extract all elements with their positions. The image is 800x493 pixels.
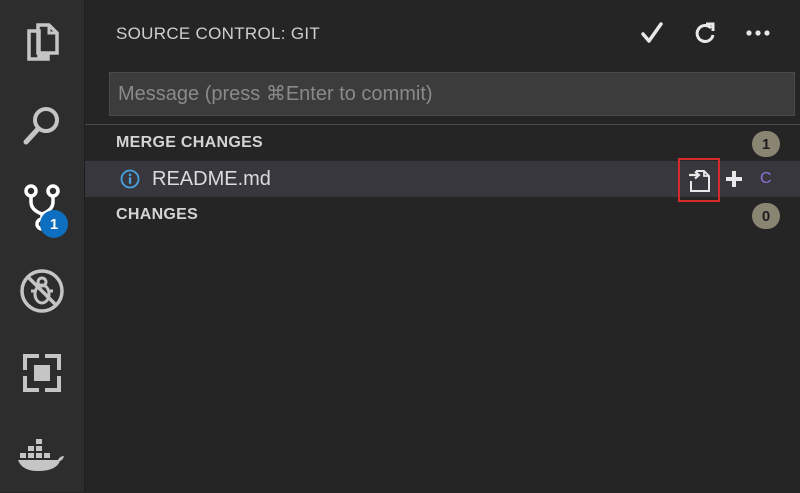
extensions-button[interactable]	[0, 338, 84, 408]
sidebar-header: SOURCE CONTROL: GIT	[85, 0, 800, 66]
merge-changes-header[interactable]: MERGE CHANGES 1	[85, 125, 800, 161]
activity-bar: 1	[0, 0, 85, 492]
source-control-badge: 1	[40, 210, 68, 238]
changes-count: 0	[752, 203, 780, 229]
debug-button[interactable]	[0, 256, 84, 326]
commit-message-input[interactable]	[109, 72, 795, 116]
file-name: README.md	[152, 168, 271, 190]
check-icon	[641, 22, 663, 43]
extensions-icon	[23, 354, 61, 392]
no-bug-icon	[20, 269, 64, 313]
merge-changes-label: MERGE CHANGES	[116, 134, 264, 151]
info-icon	[120, 169, 140, 189]
open-file-button[interactable]	[678, 158, 720, 202]
changes-header[interactable]: CHANGES 0	[85, 197, 800, 233]
source-control-sidebar: SOURCE CONTROL: GIT MERGE CHANGES 1	[85, 0, 800, 492]
sidebar-title: SOURCE CONTROL: GIT	[116, 24, 321, 43]
stage-file-button[interactable]	[718, 163, 750, 195]
merge-changes-count: 1	[752, 131, 780, 157]
files-icon	[27, 23, 59, 61]
explorer-button[interactable]	[0, 8, 84, 78]
changes-label: CHANGES	[116, 206, 199, 223]
open-file-icon	[689, 170, 710, 192]
file-row-readme[interactable]: README.md C	[85, 158, 800, 202]
conflict-status: C	[760, 170, 772, 187]
more-actions-button[interactable]	[741, 16, 775, 50]
ellipsis-icon	[746, 30, 770, 36]
changes-panel: MERGE CHANGES 1 README.md C CHANGES 0	[85, 124, 800, 493]
plus-icon	[726, 171, 742, 187]
docker-button[interactable]	[0, 420, 84, 490]
refresh-button[interactable]	[688, 16, 722, 50]
refresh-icon	[695, 22, 715, 43]
commit-button[interactable]	[635, 16, 669, 50]
search-icon	[23, 107, 59, 145]
search-button[interactable]	[0, 90, 84, 160]
docker-whale-icon	[18, 439, 64, 471]
